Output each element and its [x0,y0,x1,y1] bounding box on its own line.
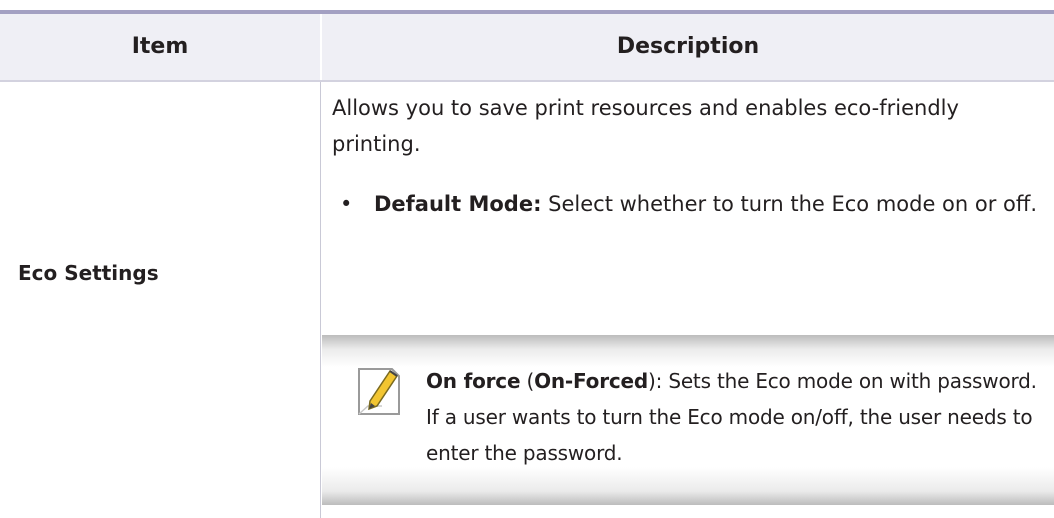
bullet-body: Select whether to turn the Eco mode on o… [541,192,1038,216]
header-item: Item [131,34,189,59]
bullet-dot-icon: • [340,192,353,216]
header-column-separator [320,14,322,80]
note-open-paren: ( [520,369,535,393]
description-intro: Allows you to save print resources and e… [332,90,1044,162]
note-box: On force (On-Forced): Sets the Eco mode … [322,335,1054,505]
note-text: On force (On-Forced): Sets the Eco mode … [426,363,1050,471]
row-label-eco-settings: Eco Settings [18,261,159,285]
column-separator [320,82,321,518]
header-description: Description [616,34,760,59]
header-bottom-rule [0,80,1054,82]
note-term-2: On-Forced [534,369,649,393]
note-pencil-icon [358,368,400,415]
note-term: On force [426,369,521,393]
bullet-text: Default Mode: Select whether to turn the… [374,186,1050,222]
bullet-term: Default Mode: [374,192,542,216]
intro-text: Allows you to save print resources and e… [332,96,959,156]
table-header-row: Item Description [0,14,1054,80]
